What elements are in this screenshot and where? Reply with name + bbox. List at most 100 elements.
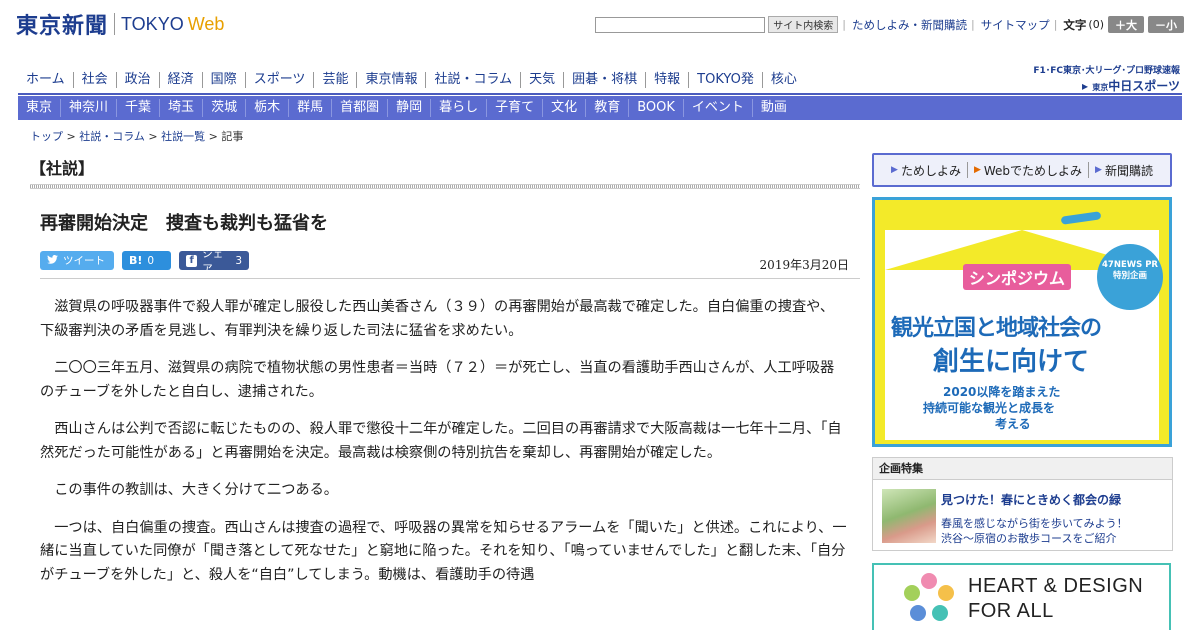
regional-nav-item[interactable]: 神奈川 [60,99,116,117]
regional-nav-item[interactable]: 首都圏 [331,99,387,117]
subscription-link[interactable]: ▶ 新聞購読 [1095,162,1153,179]
regional-nav-item[interactable]: 群馬 [288,99,331,117]
symposium-ad-banner[interactable]: シンポジウム 47NEWS PR 特別企画 観光立国と地域社会の 創生に向けて … [872,197,1172,447]
regional-nav-item[interactable]: イベント [682,99,752,117]
breadcrumb-link-top[interactable]: トップ [30,130,63,143]
hatena-bookmark-icon: B! [129,254,143,267]
trial-subscribe-link[interactable]: ためしよみ・新聞購読 [852,17,967,33]
main-nav-item-tokyo-info[interactable]: 東京情報 [356,72,425,88]
article-paragraph: 二〇〇三年五月、滋賀県の病院で植物状態の男性患者＝当時（７２）＝が死亡し、当直の… [40,360,835,400]
subscribe-separator [966,162,968,178]
article-body: 滋賀県の呼吸器事件で殺人罪が確定し服役した西山美香さん（３９）の再審開始が最高裁… [40,296,848,601]
font-size-increase-button[interactable]: ＋大 [1108,16,1144,33]
breadcrumb-current: 記事 [221,130,244,143]
hatena-count: 0 [147,254,155,267]
regional-nav-item[interactable]: 暮らし [430,99,486,117]
trial-reading-link[interactable]: ▶ ためしよみ [891,162,961,179]
regional-nav-item[interactable]: 文化 [542,99,585,117]
font-size-decrease-button[interactable]: －小 [1148,16,1184,33]
airplane-icon [1060,211,1102,225]
main-nav-item-weather[interactable]: 天気 [520,72,563,88]
main-nav-item-society[interactable]: 社会 [72,72,116,88]
feature-box: 企画特集 見つけた！春にときめく都会の緑 春風を感じながら街を歩いてみよう！ 渋… [872,457,1173,551]
main-nav-item-core[interactable]: 核心 [761,72,805,88]
heart-design-logo-icon [904,573,954,621]
arrow-right-icon: ▶ [973,165,981,175]
arrow-right-icon: ▶ [1095,165,1102,175]
regional-nav-item[interactable]: 千葉 [116,99,159,117]
main-nav-item-editorial[interactable]: 社説・コラム [425,72,520,88]
feature-title-link[interactable]: 見つけた！春にときめく都会の緑 [941,491,1121,508]
ad-subtitle-line3: 考える [995,417,1031,431]
sitemap-link[interactable]: サイトマップ [981,17,1050,33]
ad-symposium-label: シンポジウム [963,264,1072,290]
main-nav-item-economy[interactable]: 経済 [158,72,202,88]
regional-nav-item[interactable]: 教育 [585,99,628,117]
feature-thumbnail[interactable] [882,489,936,543]
regional-nav-item[interactable]: 茨城 [202,99,245,117]
twitter-icon [47,254,58,267]
feature-header: 企画特集 [873,458,1172,480]
regional-nav-item[interactable]: 埼玉 [159,99,202,117]
feature-description: 渋谷～原宿のお散歩コースをご紹介 [941,532,1117,545]
section-title: 【社説】 [30,159,95,178]
tweet-button[interactable]: ツイート [40,251,114,270]
main-nav-item-tokyo-hatsu[interactable]: TOKYO発 [688,72,762,88]
font-size-value: (0) [1088,18,1104,31]
subscribe-separator [1088,162,1090,178]
search-input[interactable] [595,16,766,33]
hatena-bookmark-button[interactable]: B! 0 [122,251,171,270]
main-nav-item-home[interactable]: ホーム [18,72,73,88]
chunichi-logo-prefix: 東京 [1092,83,1109,92]
regional-nav-item[interactable]: 動画 [751,99,795,117]
main-nav-item-sports[interactable]: スポーツ [244,72,314,88]
breadcrumb-separator: > [205,130,222,143]
main-nav-item-go-shogi[interactable]: 囲碁・将棋 [563,72,645,88]
font-size-label: 文字 [1063,17,1087,32]
chunichi-sports-link[interactable]: F1･FC東京･大リーグ･プロ野球速報 ▸ 東京中日スポーツ [1033,63,1180,94]
feature-description: 春風を感じながら街を歩いてみよう！ [941,517,1128,530]
date-divider [40,278,860,279]
regional-nav-item[interactable]: 東京 [18,99,60,117]
topbar-separator: | [842,18,846,31]
site-search-button[interactable]: サイト内検索 [768,16,839,33]
logo-text-tokyo: TOKYO [121,13,184,34]
regional-nav-item[interactable]: 栃木 [245,99,288,117]
main-nav-item-special-report[interactable]: 特報 [645,72,688,88]
facebook-share-button[interactable]: f シェア 3 [179,248,249,275]
topbar-separator: | [1053,18,1058,31]
article-paragraph: 一つは、自白偏重の捜査。西山さんは捜査の過程で、呼吸器の異常を知らせるアラームを… [40,519,847,583]
web-trial-link[interactable]: ▶ Webでためしよみ [974,162,1082,179]
tweet-label: ツイート [63,255,105,267]
regional-nav-item[interactable]: BOOK [628,99,683,117]
article-paragraph: 西山さんは公判で否認に転じたものの、殺人罪で懲役十二年が確定した。二回目の再審請… [40,421,842,461]
breadcrumb-link-editorial[interactable]: 社説・コラム [79,130,145,143]
regional-nav-item[interactable]: 子育て [486,99,542,117]
topbar-separator: | [970,18,975,31]
section-divider [30,184,860,189]
breadcrumb-link-editorial-list[interactable]: 社説一覧 [161,130,205,143]
nav-divider [18,93,1182,95]
main-nav-item-politics[interactable]: 政治 [115,72,159,88]
logo-divider [114,13,116,35]
chunichi-tagline: F1･FC東京･大リーグ･プロ野球速報 [1033,66,1180,76]
breadcrumb-separator: > [144,130,162,143]
article-paragraph: この事件の教訓は、大きく分けて二つある。 [54,482,338,498]
logo-text-jp: 東京新聞 [16,13,109,39]
arrow-right-icon: ▶ [891,165,898,175]
top-utility-bar: サイト内検索 | ためしよみ・新聞購読 | サイトマップ | 文字 (0) ＋大… [595,16,1184,33]
heart-design-title: HEART & DESIGN [968,575,1144,597]
site-logo[interactable]: 東京新聞 TOKYO Web [16,10,224,39]
article-headline: 再審開始決定 捜査も裁判も猛省を [40,213,328,234]
web-trial-label: Webでためしよみ [983,163,1083,178]
heart-design-banner[interactable]: HEART & DESIGN FOR ALL [872,563,1171,630]
main-nav-item-entertainment[interactable]: 芸能 [313,72,356,88]
regional-nav-item[interactable]: 静岡 [387,99,430,117]
share-label: シェア [202,247,224,275]
regional-nav: 東京 神奈川 千葉 埼玉 茨城 栃木 群馬 首都圏 静岡 暮らし 子育て 文化 … [18,96,1182,120]
subscribe-box: ▶ ためしよみ ▶ Webでためしよみ ▶ 新聞購読 [872,153,1172,187]
facebook-icon: f [186,254,198,267]
site-header: 東京新聞 TOKYO Web サイト内検索 | ためしよみ・新聞購読 | サイト… [0,0,1200,48]
ad-title-line1: 観光立国と地域社会の [891,316,1102,341]
main-nav-item-international[interactable]: 国際 [201,72,245,88]
